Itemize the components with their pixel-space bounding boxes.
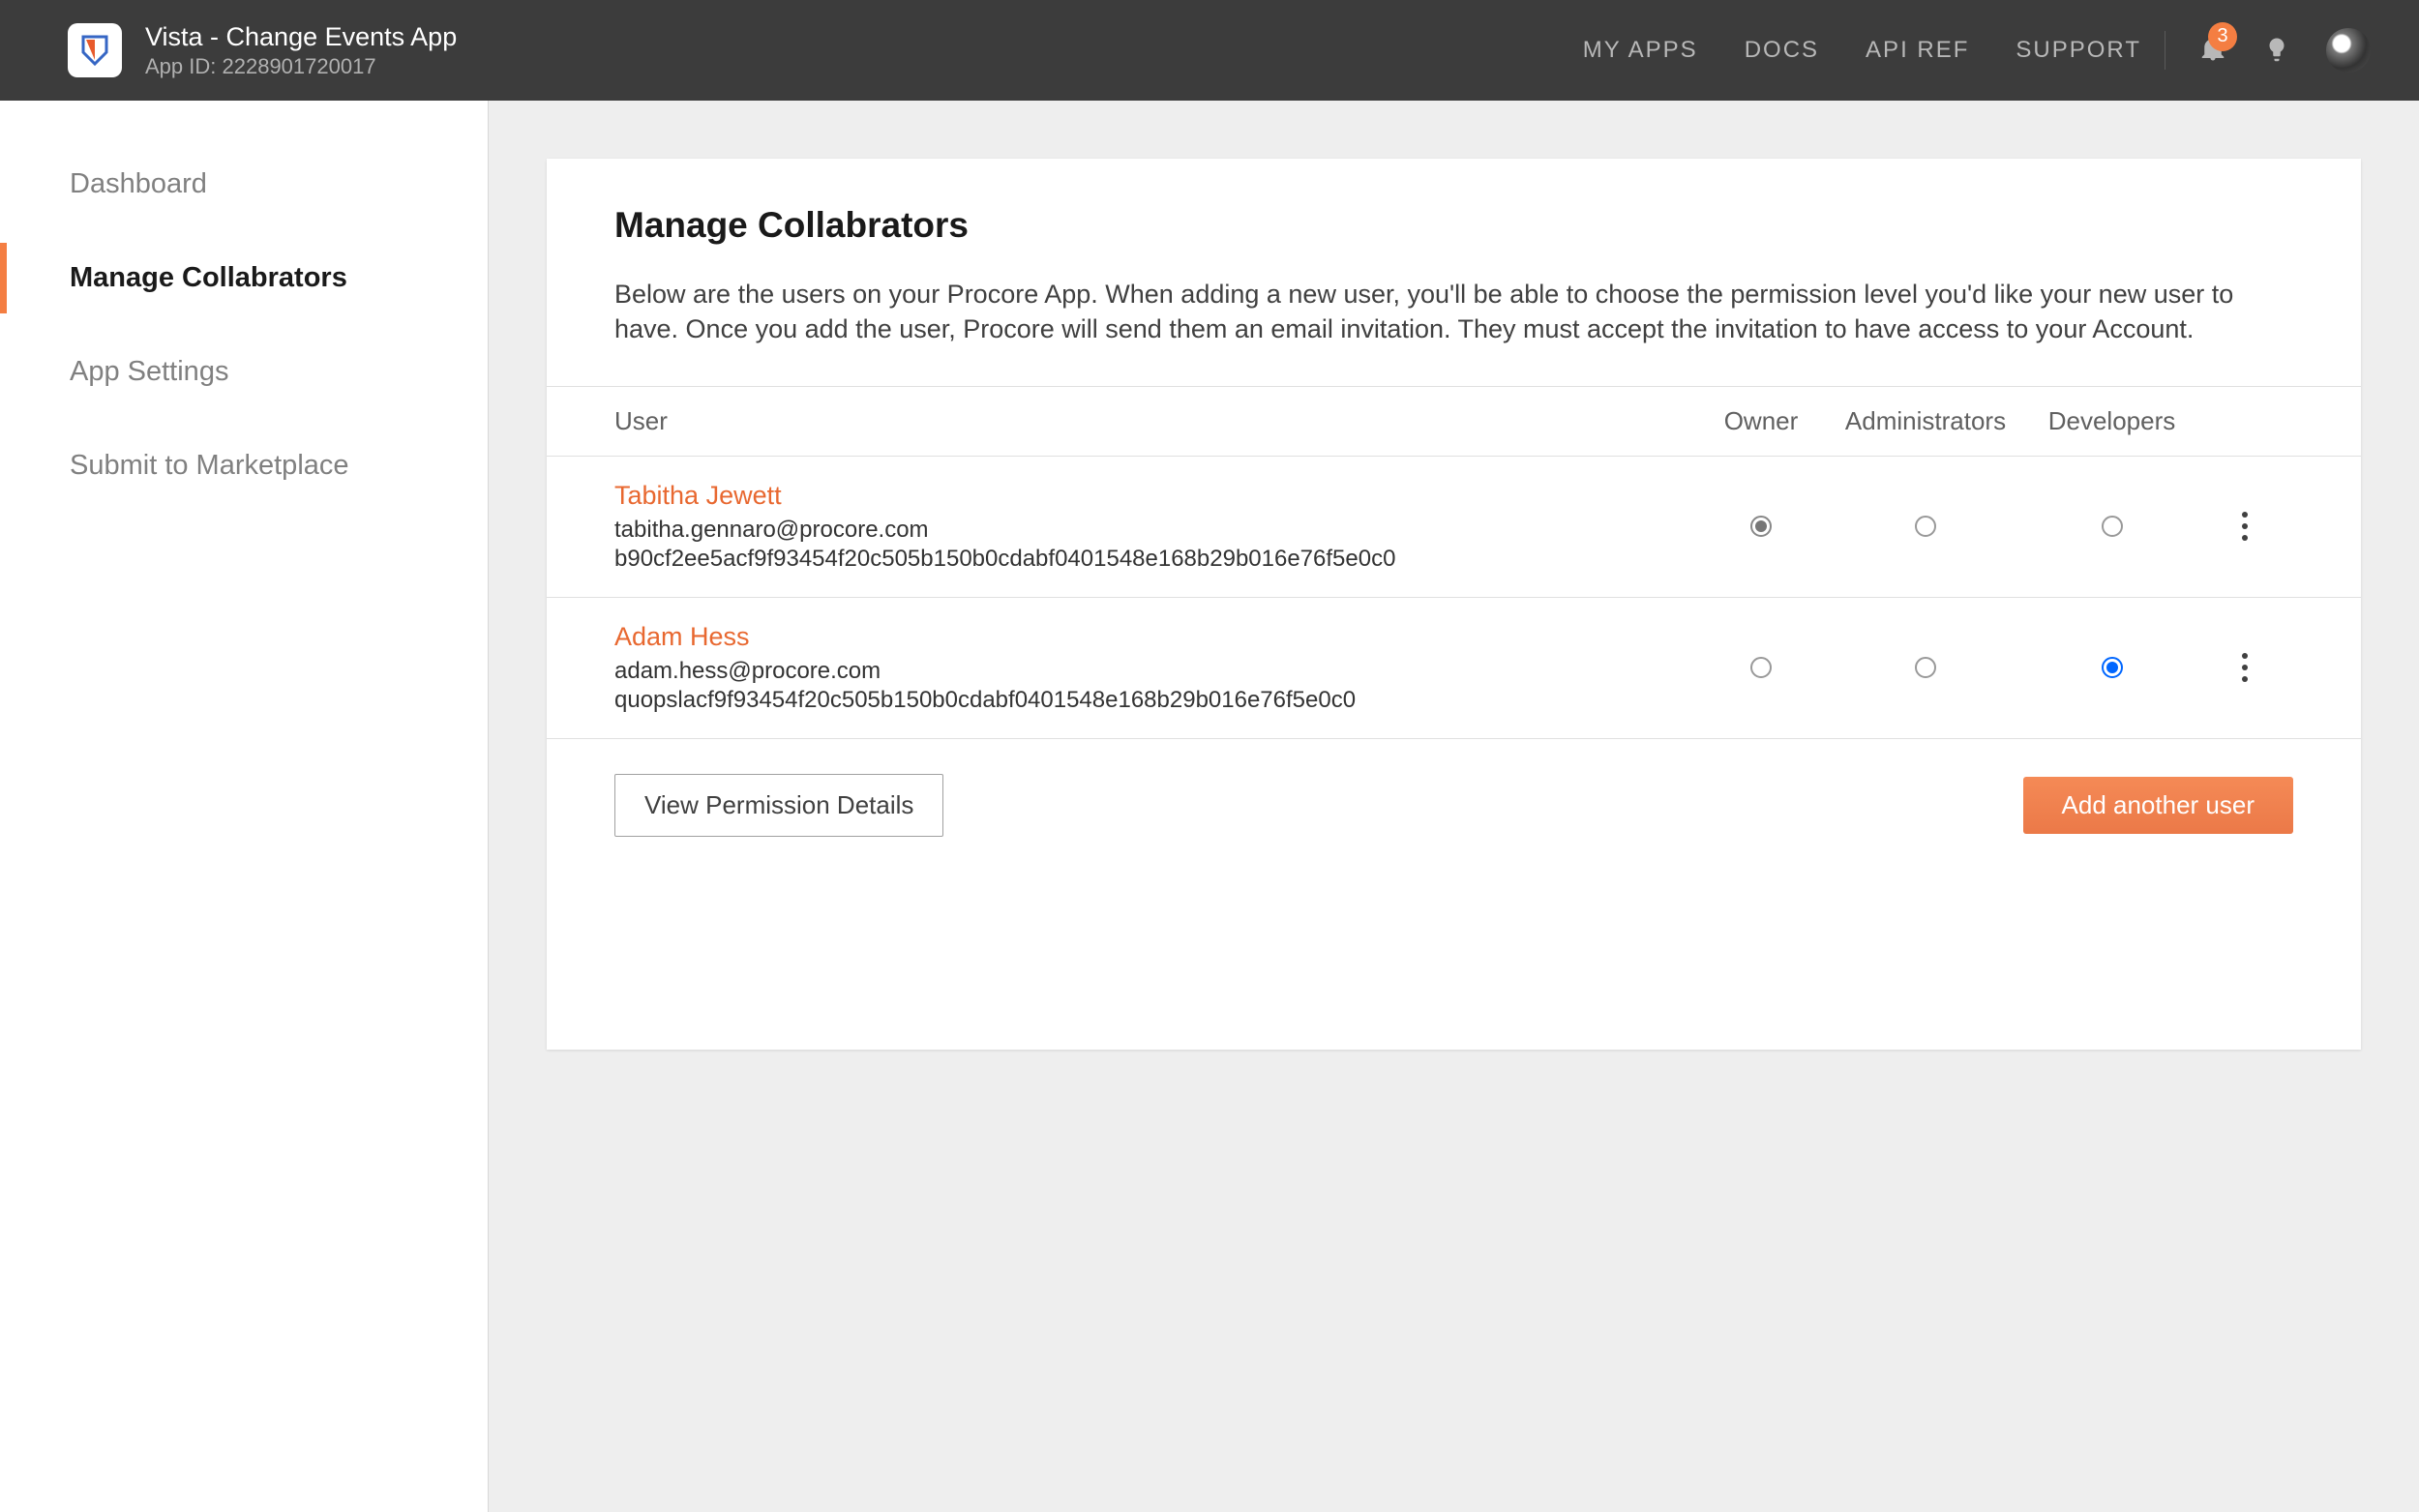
user-cell: Tabitha Jewett tabitha.gennaro@procore.c… xyxy=(614,481,1698,573)
more-menu-icon[interactable] xyxy=(2234,504,2255,548)
table-row: Adam Hess adam.hess@procore.com quopslac… xyxy=(547,598,2361,739)
col-dev-header: Developers xyxy=(2027,406,2196,436)
col-actions-header xyxy=(2196,406,2293,436)
user-name[interactable]: Tabitha Jewett xyxy=(614,481,1698,511)
radio-owner[interactable] xyxy=(1750,516,1772,537)
table-header: User Owner Administrators Developers xyxy=(547,387,2361,457)
notification-badge: 3 xyxy=(2208,22,2237,51)
logo-icon xyxy=(77,33,112,68)
actions-cell xyxy=(2196,645,2293,690)
user-email: tabitha.gennaro@procore.com xyxy=(614,517,1698,544)
radio-dev[interactable] xyxy=(2102,516,2123,537)
col-owner-header: Owner xyxy=(1698,406,1824,436)
card-footer: View Permission Details Add another user xyxy=(547,739,2361,1050)
app-id: App ID: 2228901720017 xyxy=(145,54,1583,79)
main-container: Dashboard Manage Collabrators App Settin… xyxy=(0,101,2419,1512)
user-token: quopslacf9f93454f20c505b150b0cdabf040154… xyxy=(614,687,1698,714)
sidebar-item-dashboard[interactable]: Dashboard xyxy=(0,149,488,220)
radio-admin[interactable] xyxy=(1915,657,1936,678)
content-area: Manage Collabrators Below are the users … xyxy=(489,101,2419,1512)
nav-support[interactable]: SUPPORT xyxy=(2016,37,2141,64)
radio-owner[interactable] xyxy=(1750,657,1772,678)
radio-dev-cell xyxy=(2027,657,2196,678)
nav-icons: 3 xyxy=(2198,28,2371,73)
radio-dev-cell xyxy=(2027,516,2196,537)
app-info: Vista - Change Events App App ID: 222890… xyxy=(145,22,1583,79)
sidebar-item-collaborators[interactable]: Manage Collabrators xyxy=(0,243,488,313)
app-title: Vista - Change Events App xyxy=(145,22,1583,52)
top-header: Vista - Change Events App App ID: 222890… xyxy=(0,0,2419,101)
nav-docs[interactable]: DOCS xyxy=(1745,37,1819,64)
user-email: adam.hess@procore.com xyxy=(614,658,1698,685)
page-description: Below are the users on your Procore App.… xyxy=(614,277,2293,347)
col-user-header: User xyxy=(614,406,1698,436)
page-title: Manage Collabrators xyxy=(614,205,2293,246)
more-menu-icon[interactable] xyxy=(2234,645,2255,690)
nav-api-ref[interactable]: API REF xyxy=(1866,37,1969,64)
sidebar-item-marketplace[interactable]: Submit to Marketplace xyxy=(0,430,488,501)
view-permission-button[interactable]: View Permission Details xyxy=(614,774,943,837)
user-cell: Adam Hess adam.hess@procore.com quopslac… xyxy=(614,622,1698,714)
radio-admin-cell xyxy=(1824,657,2027,678)
table-row: Tabitha Jewett tabitha.gennaro@procore.c… xyxy=(547,457,2361,598)
radio-owner-cell xyxy=(1698,657,1824,678)
radio-admin-cell xyxy=(1824,516,2027,537)
card-header: Manage Collabrators Below are the users … xyxy=(547,159,2361,387)
nav-links: MY APPS DOCS API REF SUPPORT xyxy=(1583,37,2141,64)
card: Manage Collabrators Below are the users … xyxy=(547,159,2361,1050)
col-admin-header: Administrators xyxy=(1824,406,2027,436)
avatar[interactable] xyxy=(2326,28,2371,73)
sidebar-item-settings[interactable]: App Settings xyxy=(0,337,488,407)
sidebar: Dashboard Manage Collabrators App Settin… xyxy=(0,101,489,1512)
radio-owner-cell xyxy=(1698,516,1824,537)
radio-admin[interactable] xyxy=(1915,516,1936,537)
notification-button[interactable]: 3 xyxy=(2198,34,2227,68)
radio-dev[interactable] xyxy=(2102,657,2123,678)
nav-my-apps[interactable]: MY APPS xyxy=(1583,37,1698,64)
user-name[interactable]: Adam Hess xyxy=(614,622,1698,652)
actions-cell xyxy=(2196,504,2293,548)
app-icon xyxy=(68,23,122,77)
user-token: b90cf2ee5acf9f93454f20c505b150b0cdabf040… xyxy=(614,546,1698,573)
bulb-icon[interactable] xyxy=(2262,36,2291,65)
add-user-button[interactable]: Add another user xyxy=(2023,777,2293,834)
